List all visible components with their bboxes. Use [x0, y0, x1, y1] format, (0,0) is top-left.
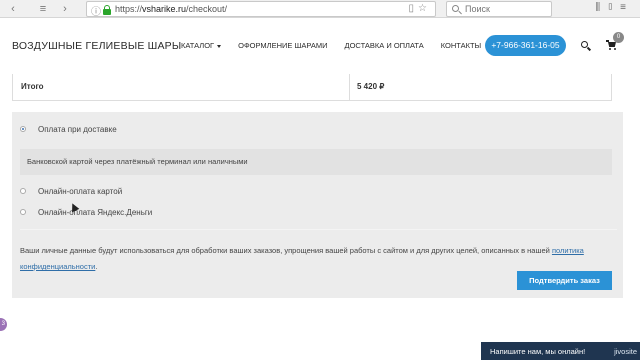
bookmark-star-icon[interactable]: ☆	[418, 3, 431, 14]
divider	[20, 229, 617, 230]
forward-icon[interactable]: ›	[58, 2, 72, 16]
confirm-order-button[interactable]: Подтвердить заказ	[517, 271, 612, 290]
radio-cod[interactable]	[20, 126, 26, 132]
payment-option-label[interactable]: Онлайн-оплата Яндекс.Деньги	[38, 208, 152, 217]
browser-menu-icons[interactable]: ⫼▯≡	[596, 2, 632, 13]
payment-methods: Оплата при доставке Банковской картой че…	[12, 112, 623, 298]
search-icon[interactable]	[581, 41, 592, 51]
hamburger-icon[interactable]: ≡	[620, 2, 632, 13]
nav-delivery-payment[interactable]: ДОСТАВКА И ОПЛАТА	[344, 41, 423, 50]
radio-card[interactable]	[20, 188, 26, 194]
lock-icon	[103, 5, 111, 15]
reader-icon[interactable]: ▯	[409, 3, 419, 14]
phone-button[interactable]: +7-966-361-16-05	[485, 35, 566, 56]
live-chat-widget[interactable]: Напишите нам, мы онлайн! jivosite	[481, 342, 640, 360]
total-label: Итого	[13, 74, 350, 100]
payment-option-label[interactable]: Онлайн-оплата картой	[38, 187, 122, 196]
browser-toolbar: ‹ ≡ › ⓘ https://vsharike.ru/checkout/ ▯☆…	[0, 0, 640, 18]
site-logo[interactable]: ВОЗДУШНЫЕ ГЕЛИЕВЫЕ ШАРЫ	[12, 40, 181, 52]
site-header: ВОЗДУШНЫЕ ГЕЛИЕВЫЕ ШАРЫ КАТАЛОГ ОФОРМЛЕН…	[0, 19, 640, 73]
browser-search-input[interactable]	[465, 3, 549, 15]
browser-search-box[interactable]	[446, 1, 552, 17]
nav-catalog[interactable]: КАТАЛОГ	[181, 41, 222, 50]
address-bar[interactable]: ⓘ https://vsharike.ru/checkout/ ▯☆	[86, 1, 436, 18]
info-icon[interactable]: ⓘ	[91, 3, 101, 18]
nav-contacts[interactable]: КОНТАКТЫ	[441, 41, 481, 50]
sidebar-icon[interactable]: ▯	[606, 2, 620, 13]
order-total-row: Итого 5 420 ₽	[12, 74, 612, 101]
menu-icon[interactable]: ≡	[36, 2, 50, 16]
library-icon[interactable]: ⫼	[596, 2, 607, 13]
nav-balloon-decor[interactable]: ОФОРМЛЕНИЕ ШАРАМИ	[238, 41, 327, 50]
search-icon	[452, 5, 459, 12]
total-value: 5 420 ₽	[357, 82, 385, 91]
url-text[interactable]: https://vsharike.ru/checkout/	[115, 4, 227, 14]
chat-brand-logo: jivosite	[614, 347, 637, 356]
chevron-down-icon	[217, 44, 222, 48]
payment-description: Банковской картой через платёжный термин…	[20, 149, 612, 175]
url-actions[interactable]: ▯☆	[409, 3, 431, 14]
payment-option-label[interactable]: Оплата при доставке	[38, 125, 117, 134]
radio-yandex[interactable]	[20, 209, 26, 215]
back-icon[interactable]: ‹	[6, 2, 20, 16]
chat-prompt[interactable]: Напишите нам, мы онлайн!	[490, 347, 585, 356]
main-nav: КАТАЛОГ ОФОРМЛЕНИЕ ШАРАМИ ДОСТАВКА И ОПЛ…	[181, 41, 498, 50]
side-widget-badge[interactable]: 3	[0, 318, 7, 331]
cart-count-badge: 0	[613, 32, 624, 43]
